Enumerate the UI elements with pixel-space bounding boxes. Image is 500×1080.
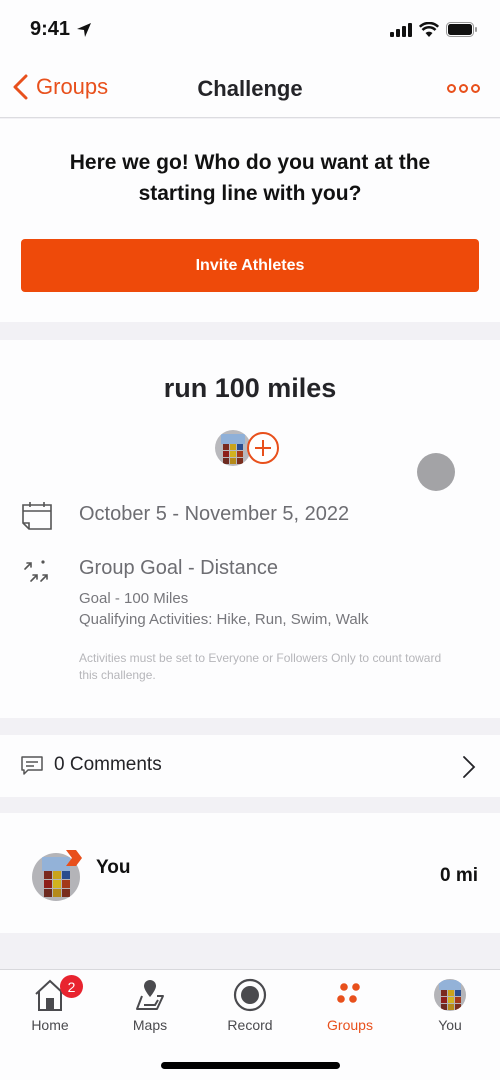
tab-label: Maps [132,1017,168,1033]
qualifying-activities: Qualifying Activities: Hike, Run, Swim, … [79,611,369,628]
more-dot-icon [447,84,456,93]
more-dot-icon [459,84,468,93]
athlete-name: You [96,857,131,878]
challenge-details-card: run 100 miles October 5 - November 5, 20… [0,340,500,718]
comments-row[interactable]: 0 Comments [0,735,500,797]
more-options-button[interactable] [447,84,480,93]
notification-badge: 2 [60,975,83,998]
tab-label: Home [31,1017,69,1033]
status-indicators [390,22,478,37]
tab-label: Record [227,1017,273,1033]
invite-athletes-button[interactable]: Invite Athletes [21,239,479,292]
battery-icon [446,22,477,37]
goal-type: Group Goal - Distance [79,557,278,579]
comment-icon [21,756,43,775]
more-dot-icon [471,84,480,93]
comments-count: 0 Comments [54,754,162,775]
group-goal-icon [24,560,48,582]
tab-you[interactable]: You [400,970,500,1040]
wifi-icon [419,22,439,37]
chevron-left-icon [13,74,28,100]
subscriber-badge-icon [66,850,82,866]
tab-label: You [438,1017,462,1033]
record-icon [233,978,267,1012]
tab-groups[interactable]: Groups [300,970,400,1040]
navigation-bar: Groups Challenge [0,60,500,118]
tab-record[interactable]: Record [200,970,300,1040]
back-button[interactable]: Groups [12,74,108,100]
touch-indicator [417,453,455,491]
chevron-right-icon [463,756,476,778]
tab-label: Groups [327,1017,373,1033]
challenge-title: run 100 miles [163,373,337,403]
leaderboard-card: You 0 mi [0,813,500,933]
calendar-icon [22,502,52,530]
goal-amount: Goal - 100 Miles [79,590,189,607]
cellular-signal-icon [390,22,412,37]
participants-row [215,430,279,466]
athlete-distance: 0 mi [439,865,478,886]
status-bar: 9:41 [0,0,500,60]
back-label: Groups [36,74,109,99]
invite-card: Here we go! Who do you want at the start… [0,119,500,322]
invite-heading: Here we go! Who do you want at the start… [69,151,431,205]
add-participant-icon[interactable] [247,432,279,464]
profile-avatar [434,979,466,1011]
tab-home[interactable]: 2 Home [0,970,100,1040]
location-arrow-icon [77,23,91,37]
participant-avatar[interactable] [215,430,251,466]
tab-maps[interactable]: Maps [100,970,200,1040]
challenge-date-range: October 5 - November 5, 2022 [79,503,350,525]
status-time: 9:41 [30,18,71,40]
visibility-disclaimer: Activities must be set to Everyone or Fo… [79,651,442,682]
map-icon [136,980,164,1010]
home-indicator[interactable] [161,1062,340,1069]
groups-icon [337,983,360,1003]
